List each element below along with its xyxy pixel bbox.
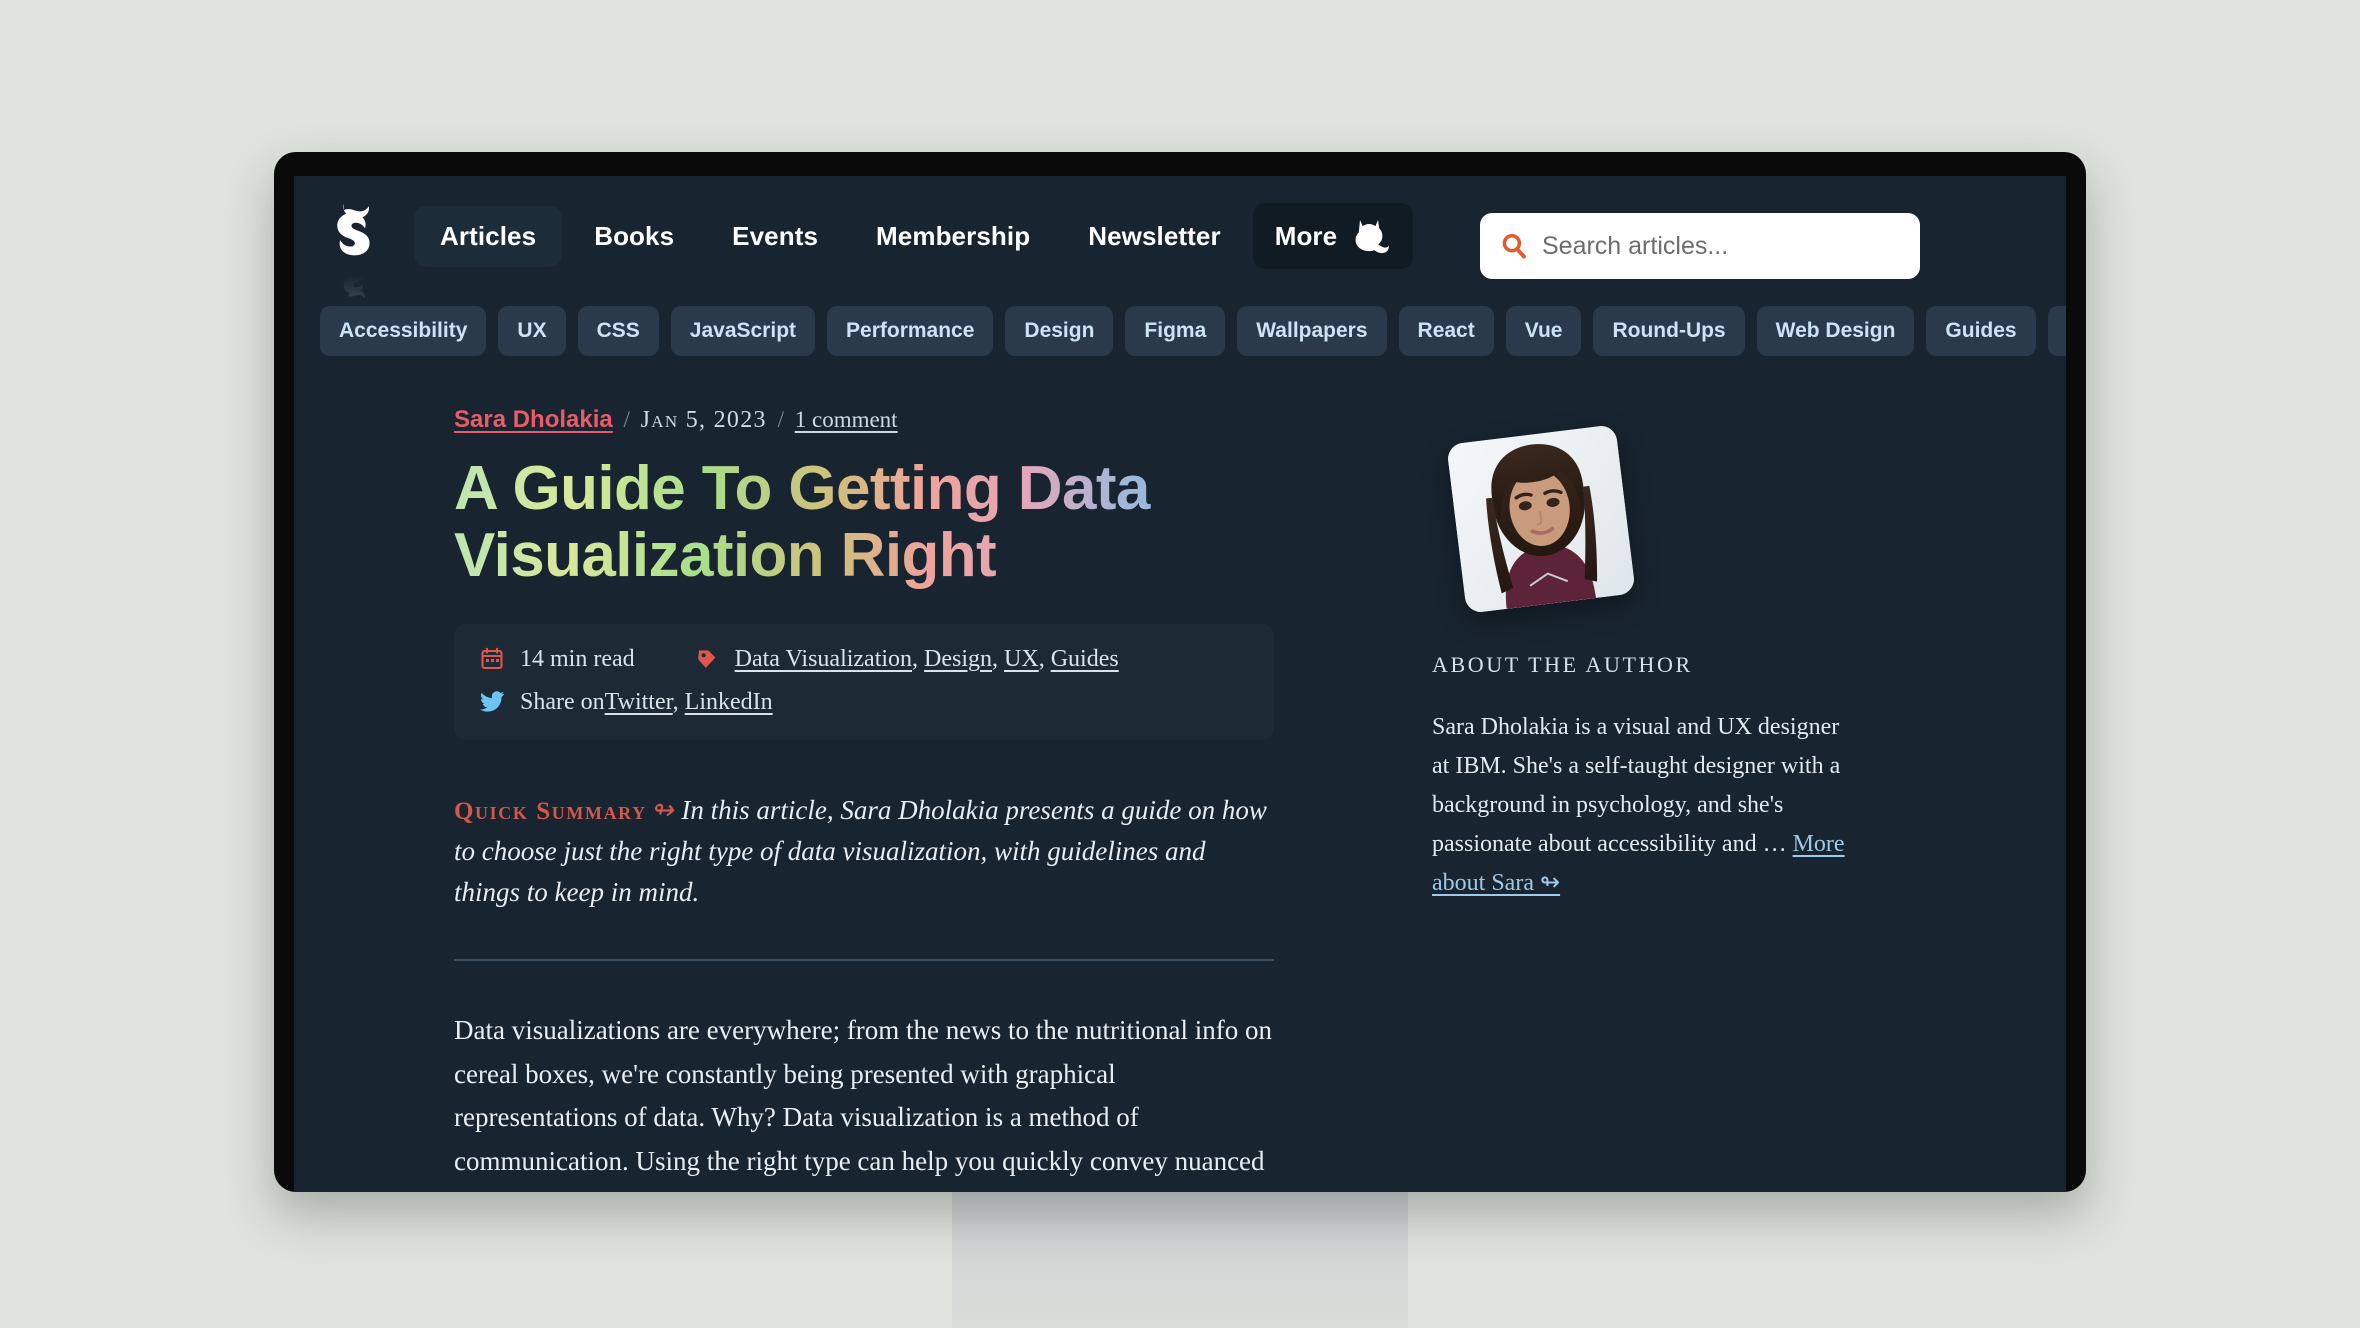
horizontal-divider bbox=[454, 959, 1274, 961]
monitor-stand bbox=[952, 1190, 1408, 1328]
read-time-label: 14 min read bbox=[520, 645, 635, 672]
byline-date: Jan 5, 2023 bbox=[640, 407, 767, 433]
article-title: A Guide To Getting Data Visualization Ri… bbox=[454, 455, 1274, 590]
tag-link-data-visualization[interactable]: Data Visualization bbox=[735, 646, 912, 672]
byline-separator-2: / bbox=[777, 407, 784, 432]
share-links[interactable]: Twitter, LinkedIn bbox=[605, 689, 773, 716]
tag-link-ux[interactable]: UX bbox=[1004, 646, 1039, 672]
share-link-twitter[interactable]: Twitter bbox=[605, 689, 673, 715]
nav-item-newsletter[interactable]: Newsletter bbox=[1062, 206, 1247, 267]
twitter-icon bbox=[480, 691, 506, 713]
smashing-cat-icon bbox=[1355, 220, 1390, 254]
meta-row-readtime-tags: 14 min read Data Visualization, Design, … bbox=[480, 646, 1248, 673]
more-label: More bbox=[1274, 220, 1338, 251]
article-sidebar: About The Author Sara Dholakia is a visu… bbox=[1432, 406, 1862, 1192]
author-bio: Sara Dholakia is a visual and UX designe… bbox=[1432, 708, 1862, 902]
smashing-magazine-page: Articles Books Events Membership Newslet… bbox=[294, 176, 2066, 1192]
author-bio-text: Sara Dholakia is a visual and UX designe… bbox=[1432, 714, 1841, 857]
article-tag-links[interactable]: Data Visualization, Design, UX, Guides bbox=[735, 646, 1119, 673]
share-prefix: Share on bbox=[520, 688, 605, 715]
author-avatar bbox=[1446, 424, 1636, 614]
scene: Articles Books Events Membership Newslet… bbox=[0, 0, 2360, 1328]
search-bar[interactable]: Search articles... bbox=[1480, 213, 1920, 279]
article-body-paragraph: Data visualizations are everywhere; from… bbox=[454, 1015, 1272, 1192]
share-link-linkedin[interactable]: LinkedIn bbox=[685, 689, 773, 715]
nav-item-more[interactable]: More bbox=[1252, 203, 1414, 269]
byline: Sara Dholakia / Jan 5, 2023 / 1 comment bbox=[454, 406, 1274, 434]
byline-separator-1: / bbox=[623, 407, 630, 432]
quick-summary: Quick Summary ↬ In this article, Sara Dhol… bbox=[454, 790, 1274, 913]
smashing-magazine-logo-icon bbox=[337, 203, 370, 256]
meta-row-share: Share on Twitter, LinkedIn bbox=[480, 689, 1248, 716]
category-pill-javascript[interactable]: JavaScript bbox=[670, 306, 816, 356]
category-pill-ux[interactable]: UX bbox=[498, 306, 566, 356]
avatar-portrait-image bbox=[1446, 424, 1636, 614]
article-meta-box: 14 min read Data Visualization, Design, … bbox=[454, 623, 1274, 740]
category-pill-guides[interactable]: Guides bbox=[1926, 306, 2036, 356]
article-main-column: Sara Dholakia / Jan 5, 2023 / 1 comment … bbox=[454, 406, 1274, 1192]
category-pill-business[interactable]: Business bbox=[2047, 306, 2066, 356]
search-input[interactable]: Search articles... bbox=[1542, 232, 1728, 261]
quick-summary-label: Quick Summary bbox=[454, 797, 647, 825]
category-pill-design[interactable]: Design bbox=[1005, 306, 1114, 356]
category-pill-figma[interactable]: Figma bbox=[1125, 306, 1226, 356]
article-content: Sara Dholakia / Jan 5, 2023 / 1 comment … bbox=[294, 366, 2066, 1192]
monitor-frame: Articles Books Events Membership Newslet… bbox=[274, 152, 2086, 1192]
tag-separator: , bbox=[1038, 645, 1051, 672]
byline-comments-link[interactable]: 1 comment bbox=[795, 407, 898, 432]
category-pill-row[interactable]: Accessibility UX CSS JavaScript Performance D… bbox=[294, 296, 2066, 366]
logo-container[interactable] bbox=[320, 176, 406, 301]
category-pill-accessibility[interactable]: Accessibility bbox=[320, 306, 487, 356]
monitor-screen: Articles Books Events Membership Newslet… bbox=[294, 176, 2066, 1192]
tag-link-design[interactable]: Design bbox=[924, 646, 992, 672]
category-pill-performance[interactable]: Performance bbox=[827, 306, 994, 356]
search-icon bbox=[1502, 233, 1526, 259]
category-pill-css[interactable]: CSS bbox=[577, 306, 659, 356]
category-pill-web-design[interactable]: Web Design bbox=[1756, 306, 1915, 356]
category-pill-vue[interactable]: Vue bbox=[1505, 306, 1582, 356]
about-the-author-label: About The Author bbox=[1432, 652, 1693, 677]
category-pill-round-ups[interactable]: Round-Ups bbox=[1593, 306, 1745, 356]
category-pill-react[interactable]: React bbox=[1398, 306, 1494, 356]
tag-icon bbox=[695, 647, 721, 671]
share-separator: , bbox=[672, 688, 685, 715]
swirl-glyph-icon: ↬ bbox=[650, 794, 674, 825]
byline-author-link[interactable]: Sara Dholakia bbox=[454, 406, 613, 433]
nav-item-articles[interactable]: Articles bbox=[414, 205, 563, 267]
tag-separator: , bbox=[992, 645, 1005, 672]
primary-nav: Articles Books Events Membership Newslet… bbox=[414, 203, 1414, 269]
site-header: Articles Books Events Membership Newslet… bbox=[294, 176, 2066, 301]
calendar-icon bbox=[480, 647, 506, 671]
tag-separator: , bbox=[912, 645, 925, 672]
tag-link-guides[interactable]: Guides bbox=[1051, 646, 1119, 672]
category-pill-wallpapers[interactable]: Wallpapers bbox=[1237, 306, 1387, 356]
logo-reflection bbox=[343, 265, 366, 301]
nav-item-membership[interactable]: Membership bbox=[850, 206, 1056, 267]
nav-item-events[interactable]: Events bbox=[706, 206, 844, 267]
nav-item-books[interactable]: Books bbox=[568, 206, 700, 267]
